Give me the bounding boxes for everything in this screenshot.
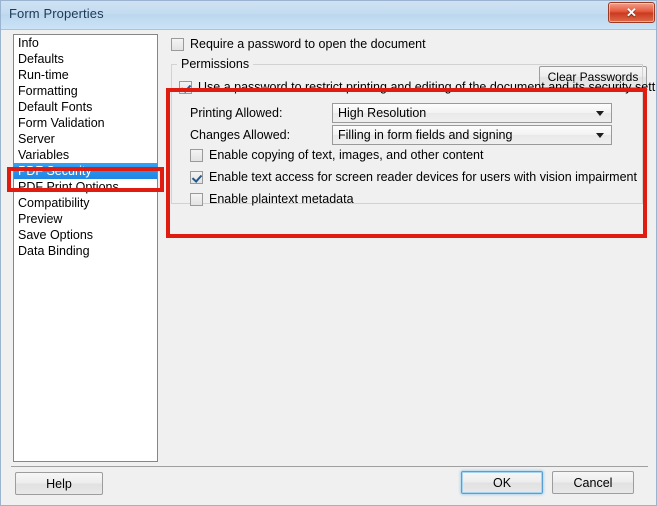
enable-screen-reader-row: Enable text access for screen reader dev…: [190, 170, 637, 184]
printing-allowed-value: High Resolution: [338, 106, 427, 120]
form-properties-dialog: Form Properties ✕ Info Defaults Run-time Fo…: [0, 0, 657, 506]
require-password-checkbox[interactable]: [171, 37, 184, 51]
require-password-label: Require a password to open the document: [190, 37, 426, 51]
category-listbox[interactable]: Info Defaults Run-time Formatting Default Fo…: [13, 34, 158, 462]
ok-button[interactable]: OK: [461, 471, 543, 494]
sidebar-item-form-validation[interactable]: Form Validation: [14, 115, 157, 131]
printing-allowed-label: Printing Allowed:: [190, 106, 283, 120]
enable-plaintext-metadata-row: Enable plaintext metadata: [190, 192, 354, 206]
changes-allowed-label: Changes Allowed:: [190, 128, 291, 142]
sidebar-item-preview[interactable]: Preview: [14, 211, 157, 227]
sidebar-item-run-time[interactable]: Run-time: [14, 67, 157, 83]
enable-copying-row: Enable copying of text, images, and othe…: [190, 148, 483, 162]
footer-separator: [11, 466, 648, 467]
dialog-client-area: Info Defaults Run-time Formatting Default Fo…: [1, 30, 657, 505]
sidebar-item-save-options[interactable]: Save Options: [14, 227, 157, 243]
sidebar-item-variables[interactable]: Variables: [14, 147, 157, 163]
changes-allowed-row: Changes Allowed: Filling in form fields …: [190, 125, 612, 145]
chevron-down-icon: [596, 133, 604, 138]
sidebar-item-formatting[interactable]: Formatting: [14, 83, 157, 99]
use-password-checkbox[interactable]: [179, 80, 192, 94]
changes-allowed-value: Filling in form fields and signing: [338, 128, 513, 142]
sidebar-item-defaults[interactable]: Defaults: [14, 51, 157, 67]
changes-allowed-dropdown[interactable]: Filling in form fields and signing: [332, 125, 612, 145]
help-button[interactable]: Help: [15, 472, 103, 495]
sidebar-item-default-fonts[interactable]: Default Fonts: [14, 99, 157, 115]
window-title: Form Properties: [9, 6, 104, 21]
sidebar-item-compatibility[interactable]: Compatibility: [14, 195, 157, 211]
sidebar-item-server[interactable]: Server: [14, 131, 157, 147]
permissions-legend: Permissions: [177, 57, 254, 71]
sidebar-item-info[interactable]: Info: [14, 35, 157, 51]
close-button[interactable]: ✕: [608, 2, 655, 23]
chevron-down-icon: [596, 111, 604, 116]
require-password-row: Require a password to open the document: [171, 37, 426, 51]
sidebar-item-data-binding[interactable]: Data Binding: [14, 243, 157, 259]
sidebar-item-pdf-print-options[interactable]: PDF Print Options: [14, 179, 157, 195]
cancel-label: Cancel: [573, 475, 613, 490]
enable-copying-label: Enable copying of text, images, and othe…: [209, 148, 484, 162]
printing-allowed-dropdown[interactable]: High Resolution: [332, 103, 612, 123]
enable-screen-reader-checkbox[interactable]: [190, 170, 203, 184]
ok-label: OK: [492, 475, 512, 490]
title-bar: Form Properties ✕: [1, 1, 656, 30]
cancel-button[interactable]: Cancel: [552, 471, 634, 494]
sidebar-item-pdf-security[interactable]: PDF Security: [14, 163, 157, 179]
enable-plaintext-metadata-label: Enable plaintext metadata: [209, 192, 354, 206]
enable-plaintext-metadata-checkbox[interactable]: [190, 192, 203, 206]
enable-copying-checkbox[interactable]: [190, 148, 203, 162]
use-password-row: Use a password to restrict printing and …: [179, 80, 657, 94]
use-password-label: Use a password to restrict printing and …: [198, 80, 657, 94]
enable-screen-reader-label: Enable text access for screen reader dev…: [209, 170, 637, 184]
help-label: Help: [46, 476, 72, 491]
close-icon: ✕: [626, 5, 637, 20]
printing-allowed-row: Printing Allowed: High Resolution: [190, 103, 612, 123]
